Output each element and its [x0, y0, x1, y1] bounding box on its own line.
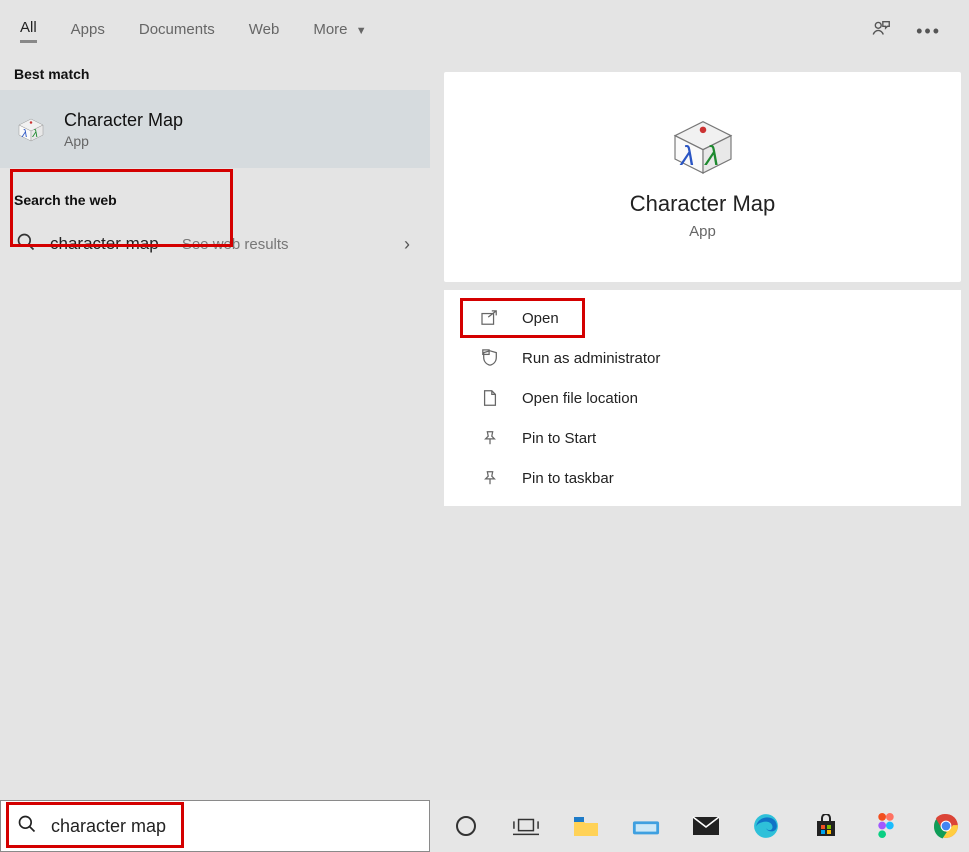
- pin-start-label: Pin to Start: [522, 430, 596, 447]
- open-label: Open: [522, 310, 559, 327]
- tab-apps[interactable]: Apps: [71, 21, 105, 42]
- store-icon[interactable]: [812, 812, 840, 840]
- chevron-right-icon: ›: [404, 234, 410, 255]
- preview-subtitle: App: [689, 223, 716, 240]
- pin-icon: [480, 469, 500, 487]
- best-match-subtitle: App: [64, 133, 183, 149]
- folder-icon: [480, 389, 500, 407]
- svg-text:λ: λ: [678, 139, 694, 170]
- header-actions: •••: [870, 18, 961, 45]
- open-icon: [480, 309, 500, 327]
- tab-more-label: More: [313, 21, 347, 38]
- chrome-icon[interactable]: [932, 812, 960, 840]
- keyboard-icon[interactable]: [632, 812, 660, 840]
- search-header: All Apps Documents Web More ▼ •••: [0, 0, 969, 62]
- pin-start-action[interactable]: Pin to Start: [444, 418, 961, 458]
- best-match-text: Character Map App: [64, 110, 183, 149]
- web-result-query: character map: [50, 234, 159, 254]
- web-result-suffix: - See web results: [173, 236, 289, 253]
- tab-all[interactable]: All: [20, 19, 37, 43]
- preview-pane: λ λ Character Map App Open: [430, 62, 969, 800]
- best-match-title: Character Map: [64, 110, 183, 131]
- best-match-result[interactable]: λ λ Character Map App: [0, 90, 430, 168]
- search-box[interactable]: [0, 800, 430, 852]
- open-action[interactable]: Open: [444, 298, 961, 338]
- pin-taskbar-action[interactable]: Pin to taskbar: [444, 458, 961, 498]
- feedback-icon[interactable]: [870, 18, 892, 45]
- tab-web[interactable]: Web: [249, 21, 280, 42]
- chevron-down-icon: ▼: [356, 25, 367, 37]
- pin-taskbar-label: Pin to taskbar: [522, 470, 614, 487]
- charmap-icon: λ λ: [668, 115, 738, 175]
- search-web-heading: Search the web: [0, 168, 430, 216]
- cortana-icon[interactable]: [452, 812, 480, 840]
- app-preview-card: λ λ Character Map App: [444, 72, 961, 282]
- run-admin-action[interactable]: Run as administrator: [444, 338, 961, 378]
- taskbar: [430, 800, 969, 852]
- filter-tabs: All Apps Documents Web More ▼: [20, 19, 367, 43]
- run-admin-label: Run as administrator: [522, 350, 660, 367]
- search-input[interactable]: [51, 816, 413, 837]
- more-options-icon[interactable]: •••: [916, 21, 941, 42]
- charmap-icon: λ λ: [16, 114, 46, 144]
- svg-text:λ: λ: [21, 128, 27, 140]
- svg-text:λ: λ: [32, 128, 38, 140]
- preview-title: Character Map: [630, 191, 776, 217]
- best-match-heading: Best match: [0, 62, 430, 90]
- edge-icon[interactable]: [752, 812, 780, 840]
- search-icon: [16, 232, 36, 257]
- open-location-action[interactable]: Open file location: [444, 378, 961, 418]
- task-view-icon[interactable]: [512, 812, 540, 840]
- mail-icon[interactable]: [692, 812, 720, 840]
- open-location-label: Open file location: [522, 390, 638, 407]
- tab-more[interactable]: More ▼: [313, 21, 366, 42]
- bottom-bar: [0, 800, 969, 852]
- results-pane: Best match λ λ Character Map App Search …: [0, 62, 430, 800]
- file-explorer-icon[interactable]: [572, 812, 600, 840]
- web-search-result[interactable]: character map - See web results ›: [0, 216, 430, 272]
- search-icon: [17, 814, 37, 839]
- svg-text:λ: λ: [703, 139, 719, 170]
- shield-icon: [480, 349, 500, 367]
- tab-documents[interactable]: Documents: [139, 21, 215, 42]
- pin-icon: [480, 429, 500, 447]
- figma-icon[interactable]: [872, 812, 900, 840]
- app-actions: Open Run as administrator Open file loca…: [444, 290, 961, 506]
